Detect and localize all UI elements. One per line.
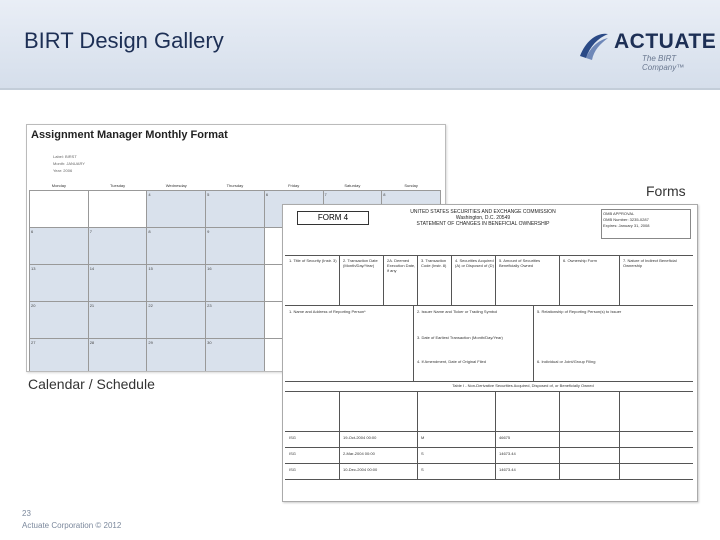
omb-box: OMB APPROVAL OMB Number: 3235-0287 Expir… (601, 209, 691, 239)
copyright-text: Actuate Corporation © 2012 (22, 521, 122, 530)
calendar-day-header: Tuesday (88, 180, 147, 191)
form-data-cell: 19-Oct-2004 00:00 (343, 435, 377, 440)
form-reporting-label: 4. If Amendment, Date of Original Filed (417, 359, 486, 364)
form-col-line (619, 391, 620, 479)
calendar-day-header: Saturday (323, 180, 382, 191)
form-table-caption: Table I - Non-Derivative Securities Acqu… (452, 383, 594, 388)
form-data-cell: 2-Mar-2004 00:00 (343, 451, 375, 456)
form-section-label: 5. Amount of Securities Beneficially Own… (499, 258, 541, 268)
calendar-day-header: Friday (264, 180, 324, 191)
form-col-line (451, 255, 452, 305)
calendar-cell: 27 (29, 338, 89, 371)
form-col-line (495, 391, 496, 479)
form-data-cell: 14673.44 (499, 451, 516, 456)
form-col-line (559, 391, 560, 479)
calendar-cell: 28 (87, 338, 148, 371)
form-col-line (559, 255, 560, 305)
calendar-meta-line: Label: BIRST (53, 154, 77, 159)
header-divider (0, 88, 720, 90)
form-section-label: 7. Nature of Indirect Beneficial Ownersh… (623, 258, 677, 268)
form-data-cell: ISG (289, 435, 296, 440)
form-col-line (417, 391, 418, 479)
actuate-logo: ACTUATE The BIRT Company™ (572, 24, 716, 72)
slide-footer: 23 Actuate Corporation © 2012 (22, 508, 121, 532)
form-col-line (413, 305, 414, 381)
form-data-cell: 46675 (499, 435, 511, 440)
form-divider (285, 391, 693, 392)
form-data-cell: S (421, 467, 424, 472)
form-data-cell: 10-Dec-2004 00:00 (343, 467, 378, 472)
form-section-label: 4. Securities Acquired (A) or Disposed o… (455, 258, 494, 268)
form-divider (285, 479, 693, 480)
form-reporting-label: 2. Issuer Name and Ticker or Trading Sym… (417, 309, 498, 314)
form-section-label: 2A. Deemed Execution Date, if any (387, 258, 416, 273)
omb-box-line: Expires: January 31, 2008 (603, 223, 650, 228)
calendar-cell: 6 (29, 227, 89, 265)
calendar-cell: 13 (29, 264, 89, 302)
form-col-line (533, 305, 534, 381)
form-reporting-label: 6. Individual or Joint/Group Filing (537, 359, 596, 364)
form-reporting-label: 5. Relationship of Reporting Person(s) t… (537, 309, 622, 314)
calendar-cell: 20 (29, 301, 89, 339)
calendar-meta-line: Month: JANUARY (53, 161, 85, 166)
slide-title: BIRT Design Gallery (24, 28, 224, 53)
calendar-meta: Label: BIRST Month: JANUARY Year: 2006 (53, 153, 85, 174)
calendar-cell: 30 (205, 338, 265, 371)
calendar-day-header: Thursday (205, 180, 265, 191)
form-data-cell: ISG (289, 451, 296, 456)
form-section-label: 3. Transaction Code (Instr. 8) (421, 258, 447, 268)
forms-caption: Forms (646, 183, 686, 199)
form-col-line (619, 255, 620, 305)
logo-tagline: The BIRT Company™ (642, 54, 685, 72)
form-divider (285, 381, 693, 382)
form-section-label: 6. Ownership Form (563, 258, 598, 263)
calendar-cell (29, 190, 89, 228)
form-col-line (383, 255, 384, 305)
form-divider (285, 305, 693, 306)
form-data-cell: M (421, 435, 425, 440)
calendar-cell: 4 (146, 190, 207, 228)
form-col-line (339, 255, 340, 305)
form-section-label: 1. Title of Security (Instr. 3) (289, 258, 337, 263)
calendar-day-header: Monday (29, 180, 89, 191)
calendar-cell: 8 (146, 227, 207, 265)
form-col-line (339, 391, 340, 479)
calendar-cell: 23 (205, 301, 265, 339)
calendar-caption: Calendar / Schedule (28, 376, 155, 392)
form-reporting-label: 1. Name and Address of Reporting Person* (289, 309, 366, 314)
calendar-meta-line: Year: 2006 (53, 168, 73, 173)
form-reporting-label: 3. Date of Earliest Transaction (Month/D… (417, 335, 503, 340)
calendar-title: Assignment Manager Monthly Format (31, 129, 228, 141)
form-divider (285, 447, 693, 448)
form-data-cell: ISG (289, 467, 296, 472)
slide-header: BIRT Design Gallery ACTUATE The BIRT Com… (0, 0, 720, 88)
calendar-cell: 14 (87, 264, 148, 302)
form-divider (285, 431, 693, 432)
calendar-day-header: Wednesday (146, 180, 206, 191)
calendar-cell: 29 (146, 338, 207, 371)
form-col-line (495, 255, 496, 305)
form-section-label: 2. Transaction Date (Month/Day/Year) (343, 258, 378, 268)
form-preview: FORM 4 UNITED STATES SECURITIES AND EXCH… (282, 204, 698, 502)
calendar-day-header: Sunday (381, 180, 441, 191)
calendar-cell: 9 (205, 227, 265, 265)
logo-wordmark: ACTUATE (614, 30, 717, 53)
form-col-line (417, 255, 418, 305)
calendar-cell: 15 (146, 264, 207, 302)
calendar-cell: 22 (146, 301, 207, 339)
form-tag: FORM 4 (297, 211, 369, 225)
calendar-cell: 7 (87, 227, 148, 265)
page-number: 23 (22, 509, 31, 518)
calendar-cell: 21 (87, 301, 148, 339)
calendar-cell (87, 190, 148, 228)
form-data-cell: S (421, 451, 424, 456)
calendar-cell: 5 (205, 190, 265, 228)
calendar-cell: 16 (205, 264, 265, 302)
form-data-cell: 14673.44 (499, 467, 516, 472)
form-heading: UNITED STATES SECURITIES AND EXCHANGE CO… (383, 209, 583, 227)
actuate-logo-icon (580, 33, 608, 60)
form-heading-line: STATEMENT OF CHANGES IN BENEFICIAL OWNER… (416, 221, 550, 227)
form-divider (285, 255, 693, 256)
form-divider (285, 463, 693, 464)
